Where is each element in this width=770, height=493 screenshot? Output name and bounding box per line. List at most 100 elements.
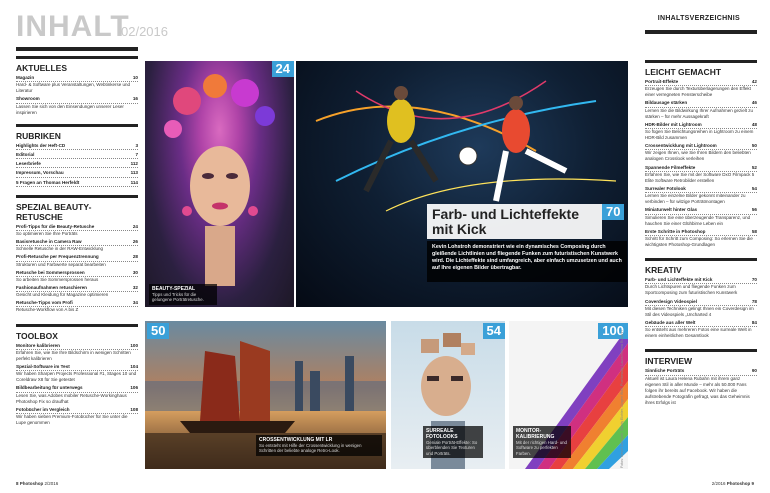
toc-entry[interactable]: Monitore kalibrieren 100 — [16, 343, 138, 350]
toc-entry[interactable]: 5 Fragen an Thomas Herfeldt 114 — [16, 180, 138, 187]
toc-entry-page: 32 — [132, 284, 138, 290]
toc-label: INHALTSVERZEICHNIS — [657, 15, 740, 22]
toc-entry-description: Gesicht und Kleidung für Magazine optimi… — [16, 292, 109, 298]
toc-entry-page: 112 — [130, 161, 138, 167]
footer-mag-right: Photoshop — [726, 481, 751, 486]
footer-mag-left: Photoshop — [19, 481, 44, 486]
beauty-image[interactable]: 24 BEAUTY-SPEZIAL Tipps und Tricks für d… — [145, 61, 294, 307]
section-heading: INTERVIEW — [645, 349, 757, 366]
page-number-badge: 24 — [271, 61, 294, 77]
page-title: INHALT — [16, 10, 130, 43]
section-heading: KREATIV — [645, 258, 757, 275]
toc-entry[interactable]: Coverdesign Videospiel 78 — [645, 299, 757, 306]
toc-entry[interactable]: Editorial 7 — [16, 151, 138, 160]
toc-entry-description: Wir haben Sharpen Projects Professional … — [16, 371, 137, 383]
toc-entry[interactable]: Spezial-Software im Test 104 — [16, 363, 138, 372]
toc-entry-description: Erfahren Sie, wie Sie Ihre Bildschirm in… — [16, 349, 131, 361]
footer-left: 8 Photoshop 2/2016 — [16, 481, 58, 486]
toc-entry[interactable]: Miniaturwelt hinter Glas 56 — [645, 207, 757, 215]
toc-entry[interactable]: Showroom 16 — [16, 96, 138, 104]
toc-entry-description: Mit diesen Techniken gelingt Ihnen ein C… — [645, 305, 754, 317]
toc-entry-description: So optimieren Sie Ihre Porträts — [16, 231, 78, 236]
footer-right: 2/2016 Photoshop 9 — [712, 481, 754, 486]
toc-entry-description: Simulieren Sie eine überzeugende Transpa… — [645, 214, 751, 226]
toc-entry[interactable]: Basisretusche in Camera Raw 26 — [16, 239, 138, 247]
monitor-image[interactable]: 100 MONITOR-KALIBRIERUNG Mit der richtig… — [509, 321, 628, 469]
toc-entry-page: 84 — [751, 319, 757, 325]
toc-entry-description: Erzeugen Sie durch Texturüberlagerungen … — [645, 86, 751, 98]
toc-entry[interactable]: HDR-Bilder mit Lightroom 48 — [645, 122, 757, 129]
toc-entry-description: Lassen Sie sich von den Einsendungen uns… — [16, 103, 124, 115]
toc-entry[interactable]: Retusche bei Sommersprossen 30 — [16, 270, 138, 277]
toc-entry[interactable]: Fotobücher im Vergleich 108 — [16, 407, 138, 414]
toc-entry-title: Bildbearbeitung für unterwegs — [16, 385, 83, 391]
footer-issue-left: 2/2016 — [44, 481, 59, 486]
feature-title: Farb- und Lichteffekte mit Kick — [432, 206, 580, 237]
toc-entry[interactable]: Bildausage stärken 46 — [645, 100, 757, 108]
toc-entry[interactable]: Fashionaufnahmen retuschieren 32 — [16, 284, 138, 293]
toc-section: RUBRIKEN Highlights der Heft-CD 3 Editorial… — [16, 123, 138, 187]
cross-caption: CROSSENTWICKLUNG MIT LR So entsteht mit … — [256, 435, 382, 456]
monitor-caption: MONITOR-KALIBRIERUNG Mit der richtigen H… — [513, 426, 571, 459]
toc-entry[interactable]: Farb- und Lichteffekte mit Kick 70 — [645, 277, 757, 285]
feature-title-box: Farb- und Lichteffekte mit Kick — [427, 204, 602, 239]
footer-page-right: 9 — [751, 481, 754, 486]
toc-entry-description: Lernen Sie einzelne Bilder gekonnt mitei… — [645, 193, 746, 205]
caption-title: SURREALE FOTOLOOKS — [426, 428, 458, 440]
toc-entry-title: 5 Fragen an Thomas Herfeldt — [16, 179, 80, 185]
toc-entry-title: Spannende Filmeffekte — [645, 164, 696, 170]
toc-entry-page: 58 — [751, 228, 757, 234]
toc-entry-title: Monitore kalibrieren — [16, 342, 60, 348]
toc-entry[interactable]: Leserbriefe 112 — [16, 161, 138, 169]
left-toc-column: AKTUELLES Magazin 10 Hard- & Software plus … — [16, 56, 138, 426]
toc-entry-page: 46 — [751, 100, 757, 106]
toc-entry-page: 78 — [751, 298, 757, 304]
toc-entry[interactable]: Impressum, Vorschau 113 — [16, 170, 138, 178]
toc-entry[interactable]: Crossentwicklung mit Lightroom 50 — [645, 143, 757, 151]
toc-entry-page: 7 — [135, 151, 138, 157]
toc-entry-description: So fügen Sie Belichtungsreihen in Lightr… — [645, 128, 754, 141]
toc-entry[interactable]: Gebäude aus aller Welt 84 — [645, 319, 757, 328]
toc-entry-description: Schnelle Retusche in der RAW-Entwicklung — [16, 246, 104, 252]
toc-entry-description: Hard- & Software plus Veranstaltungen, W… — [16, 82, 130, 94]
toc-entry[interactable]: Profi-Retusche per Frequenztrennung 28 — [16, 254, 138, 262]
toc-entry-title: Fotobücher im Vergleich — [16, 406, 70, 412]
caption-text: So entsteht mit Hilfe der Crossentwicklu… — [259, 443, 362, 454]
issue-label: 02/2016 — [121, 24, 168, 39]
toc-entry-description: So arbeiten Sie Sommersprossen heraus — [16, 276, 99, 282]
toc-entry[interactable]: Portrait-Effekte 42 — [645, 79, 757, 87]
surreal-image[interactable]: 54 SURREALE FOTOLOOKS Geniale Porträt-Ef… — [391, 321, 505, 469]
toc-entry[interactable]: Highlights der Heft-CD 3 — [16, 143, 138, 150]
toc-section: TOOLBOX Monitore kalibrieren 100 Erfahren S… — [16, 323, 138, 427]
caption-text: Geniale Porträt-Effekte: So überblenden … — [426, 440, 478, 456]
toc-entry[interactable]: Magazin 10 — [16, 75, 138, 83]
toc-entry-page: 28 — [132, 254, 138, 260]
toc-entry[interactable]: Erste Schritte in Photoshop 58 — [645, 229, 757, 236]
toc-entry-page: 50 — [751, 143, 757, 149]
toc-entry-title: Leserbriefe — [16, 161, 41, 167]
toc-entry-title: Sinnliche Porträts — [645, 368, 685, 374]
toc-entry[interactable]: Bildbearbeitung für unterwegs 106 — [16, 385, 138, 393]
toc-entry-title: Spezial-Software im Test — [16, 363, 70, 369]
toc-entry-description: So entsteht aus mehreren Fotos eine surr… — [645, 327, 752, 339]
toc-entry-page: 56 — [751, 207, 757, 213]
toc-entry[interactable]: Sinnliche Porträts 90 — [645, 368, 757, 376]
page-number-badge: 50 — [147, 323, 170, 339]
toc-entry-description: Lesen Sie, was Adobes mobiler Retusche-W… — [16, 392, 127, 404]
cross-image[interactable]: 50 CROSSENTWICKLUNG MIT LR So entsteht m… — [145, 321, 386, 469]
toc-entry-title: Highlights der Heft-CD — [16, 142, 66, 148]
toc-entry-description: Aktuell ist Laura Helena Rubahn mit ihre… — [645, 375, 750, 405]
toc-entry[interactable]: Retusche-Tipps vom Profi 34 — [16, 300, 138, 308]
toc-entry[interactable]: Surrealer Fotolook 54 — [645, 186, 757, 194]
toc-entry-page: 114 — [130, 179, 138, 185]
toc-section: AKTUELLES Magazin 10 Hard- & Software plus … — [16, 56, 138, 116]
footer-issue-right: 2/2016 — [711, 481, 726, 486]
feature-text: Kevin Lohstroh demonstriert wie ein dyna… — [427, 241, 627, 282]
toc-entry[interactable]: Spannende Filmeffekte 52 — [645, 165, 757, 172]
caption-text: Mit der richtigen Hard- und Software zu … — [516, 440, 567, 456]
toc-entry-page: 113 — [130, 170, 138, 176]
toc-entry-title: Farb- und Lichteffekte mit Kick — [645, 277, 713, 283]
toc-entry[interactable]: Profi-Tipps für die Beauty-Retusche 24 — [16, 224, 138, 231]
toc-entry-page: 42 — [751, 79, 757, 84]
feature-image[interactable]: 70 Farb- und Lichteffekte mit Kick Kevin… — [296, 61, 628, 307]
